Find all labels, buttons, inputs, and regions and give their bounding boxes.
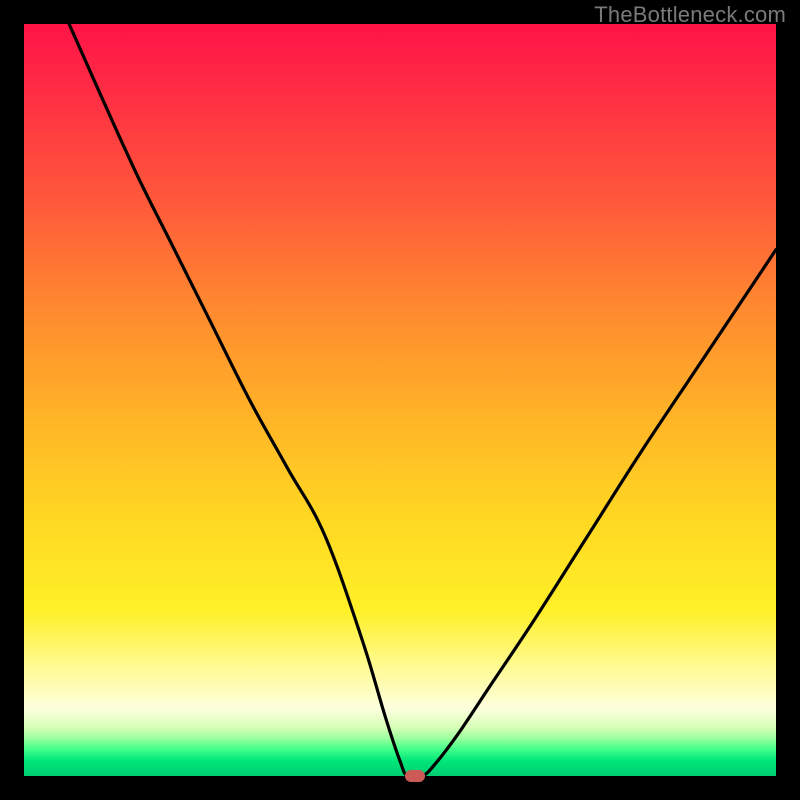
watermark-text: TheBottleneck.com [594, 2, 786, 28]
bottleneck-curve [24, 24, 776, 776]
chart-frame: TheBottleneck.com [0, 0, 800, 800]
bottleneck-marker [405, 770, 425, 782]
